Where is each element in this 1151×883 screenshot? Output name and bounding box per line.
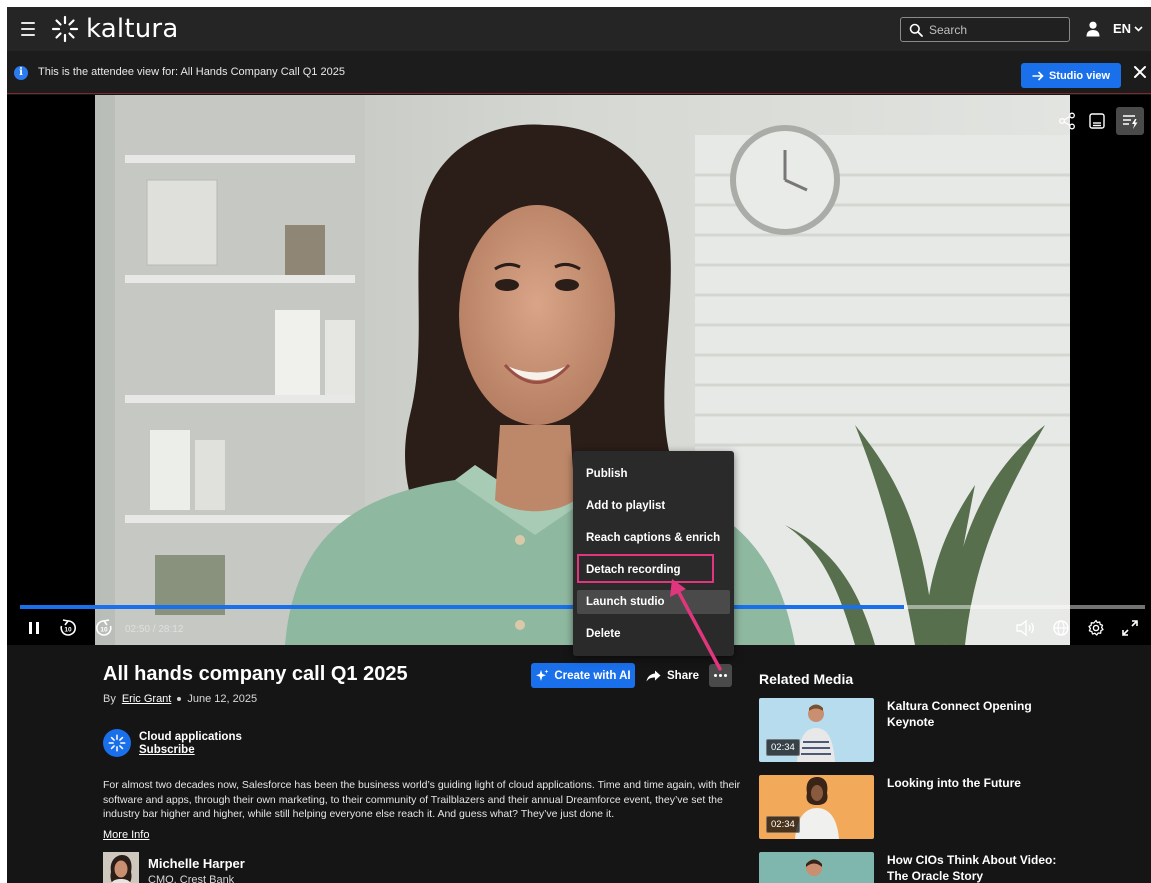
related-media-heading: Related Media	[759, 671, 854, 687]
fullscreen-icon[interactable]	[1119, 617, 1141, 639]
captions-panel-icon[interactable]	[1082, 107, 1112, 135]
create-with-ai-button[interactable]: Create with AI	[531, 663, 635, 688]
share-label: Share	[667, 669, 699, 682]
media-description: For almost two decades now, Salesforce h…	[103, 779, 741, 820]
share-icon[interactable]	[1052, 107, 1082, 135]
language-label: EN	[1113, 21, 1132, 36]
speaker-name: Michelle Harper	[148, 856, 245, 871]
channel-info: Cloud applications Subscribe	[103, 729, 242, 757]
search-field[interactable]	[900, 17, 1070, 42]
studio-view-label: Studio view	[1048, 69, 1111, 82]
byline: By Eric Grant June 12, 2025	[103, 693, 257, 705]
skip-forward-label: 10	[100, 627, 108, 634]
related-item-title: How CIOs Think About Video: The Oracle S…	[887, 853, 1057, 883]
skip-back-icon[interactable]: 10	[57, 617, 79, 639]
studio-view-button[interactable]: Studio view	[1021, 63, 1121, 88]
speaker-role: CMO, Crest Bank	[148, 874, 235, 883]
skip-forward-icon[interactable]: 10	[93, 617, 115, 639]
settings-gear-icon[interactable]	[1085, 617, 1107, 639]
menu-item-delete[interactable]: Delete	[573, 618, 734, 650]
hamburger-menu-icon[interactable]	[21, 20, 35, 38]
attendee-view-banner: i This is the attendee view for: All Han…	[7, 51, 1151, 94]
related-item-title: Looking into the Future	[887, 776, 1021, 790]
more-dots-icon	[714, 674, 717, 677]
share-button[interactable]: Share	[646, 663, 699, 688]
media-details: All hands company call Q1 2025 By Eric G…	[7, 645, 1151, 883]
author-link[interactable]: Eric Grant	[122, 693, 172, 705]
subscribe-link[interactable]: Subscribe	[139, 744, 242, 756]
skip-back-label: 10	[64, 627, 72, 634]
chevron-down-icon	[1134, 25, 1143, 32]
menu-item-detach-recording[interactable]: Detach recording	[573, 554, 734, 586]
pause-icon[interactable]	[25, 617, 43, 639]
publish-date: June 12, 2025	[187, 693, 258, 705]
search-icon	[909, 23, 923, 37]
kaltura-logo[interactable]: kaltura	[51, 14, 178, 44]
related-thumbnail	[759, 852, 874, 883]
by-prefix: By	[103, 693, 116, 705]
page-title: All hands company call Q1 2025	[103, 663, 408, 685]
time-display: 02:50 / 28:12	[125, 624, 184, 635]
app-frame: kaltura EN i This is the attendee view f…	[7, 7, 1151, 883]
playlist-ai-icon[interactable]	[1116, 107, 1144, 135]
more-options-button[interactable]	[709, 664, 732, 687]
top-navigation-bar: kaltura EN	[7, 7, 1151, 51]
create-with-ai-label: Create with AI	[554, 669, 631, 682]
channel-logo-icon[interactable]	[103, 729, 131, 757]
banner-text: This is the attendee view for: All Hands…	[38, 66, 345, 78]
menu-item-publish[interactable]: Publish	[573, 458, 734, 490]
duration-badge: 02:34	[766, 816, 800, 833]
related-item-title: Kaltura Connect Opening Keynote	[887, 699, 1032, 729]
logo-text: kaltura	[86, 14, 179, 44]
language-selector[interactable]: EN	[1113, 21, 1143, 36]
more-info-link[interactable]: More Info	[103, 829, 149, 841]
user-icon[interactable]	[1086, 21, 1100, 37]
progress-buffered	[20, 605, 904, 609]
share-arrow-icon	[646, 670, 661, 681]
menu-item-add-to-playlist[interactable]: Add to playlist	[573, 490, 734, 522]
related-item[interactable]: 02:34 Looking into the Future	[759, 775, 1139, 839]
sparkle-icon	[536, 669, 549, 681]
search-input[interactable]	[929, 22, 1049, 37]
kaltura-logo-icon	[51, 15, 79, 43]
close-icon[interactable]	[1132, 64, 1148, 80]
channel-name[interactable]: Cloud applications	[139, 731, 242, 743]
duration-badge: 02:34	[766, 739, 800, 756]
menu-item-launch-studio[interactable]: Launch studio	[577, 590, 730, 614]
menu-item-reach-captions[interactable]: Reach captions & enrich	[573, 522, 734, 554]
arrow-right-icon	[1032, 70, 1044, 81]
player-top-controls	[1052, 107, 1151, 135]
related-item[interactable]: 02:34 Kaltura Connect Opening Keynote	[759, 698, 1139, 762]
info-icon: i	[14, 66, 28, 80]
volume-icon[interactable]	[1013, 617, 1039, 639]
related-item[interactable]: How CIOs Think About Video: The Oracle S…	[759, 852, 1139, 883]
language-globe-icon[interactable]	[1050, 617, 1072, 639]
speaker-avatar	[103, 852, 139, 883]
speaker-card: Michelle Harper CMO, Crest Bank	[103, 852, 245, 883]
more-actions-menu: Publish Add to playlist Reach captions &…	[573, 451, 734, 656]
separator-dot	[177, 697, 182, 701]
